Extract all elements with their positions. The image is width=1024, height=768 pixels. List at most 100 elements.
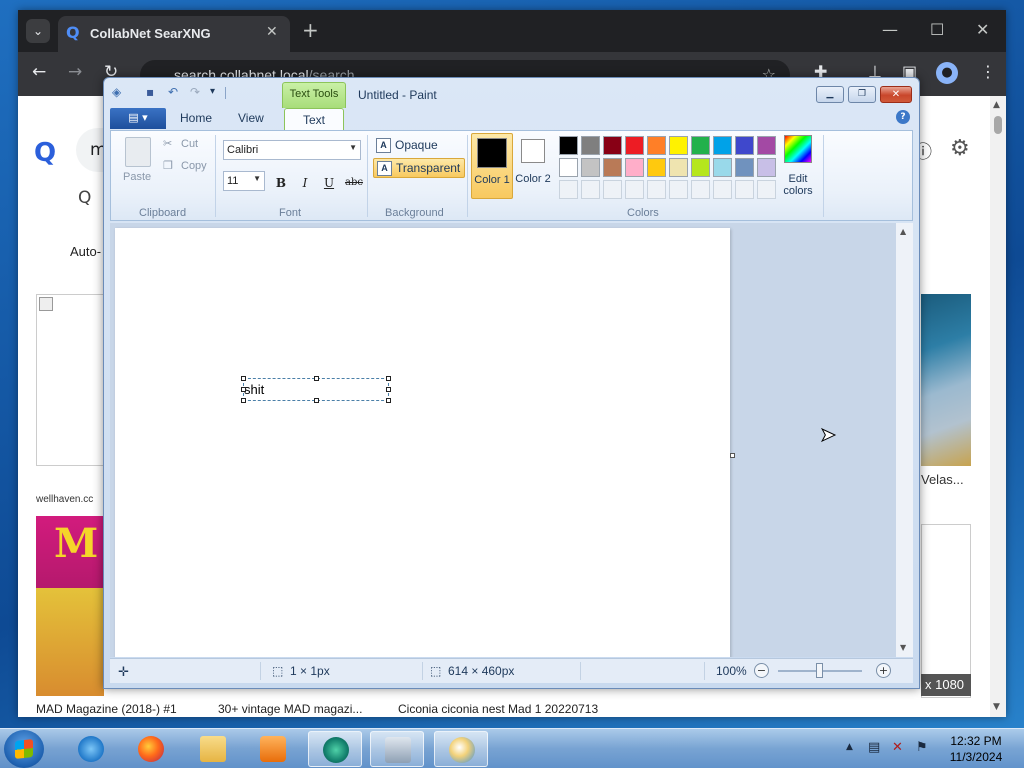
palette-swatch[interactable]: [603, 136, 622, 155]
redo-icon[interactable]: ↷: [190, 86, 200, 98]
taskbar-calculator[interactable]: [370, 731, 424, 767]
tab-search-button[interactable]: ⌄: [26, 19, 50, 43]
taskbar-media-player[interactable]: [246, 731, 300, 767]
palette-swatch[interactable]: [625, 136, 644, 155]
palette-swatch[interactable]: [669, 158, 688, 177]
image-caption-2[interactable]: 30+ vintage MAD magazi...: [218, 702, 362, 716]
palette-swatch[interactable]: [757, 136, 776, 155]
image-caption-3[interactable]: Ciconia ciconia nest Mad 1 20220713: [398, 702, 598, 716]
paint-minimize-button[interactable]: ▁: [816, 86, 844, 103]
palette-custom-slot[interactable]: [603, 180, 622, 199]
paint-app-icon[interactable]: ◈: [112, 86, 121, 98]
mad-magazine-thumbnail[interactable]: M: [36, 516, 104, 696]
palette-swatch[interactable]: [603, 158, 622, 177]
zoom-in-button[interactable]: +: [876, 663, 891, 678]
palette-custom-slot[interactable]: [669, 180, 688, 199]
taskbar-chrome[interactable]: [308, 731, 362, 767]
canvas-resize-handle[interactable]: [730, 453, 735, 458]
palette-custom-slot[interactable]: [559, 180, 578, 199]
cut-button[interactable]: Cut: [181, 138, 198, 150]
save-icon[interactable]: ▪: [146, 86, 154, 98]
back-icon[interactable]: ←: [32, 64, 46, 81]
palette-custom-slot[interactable]: [625, 180, 644, 199]
color2-button[interactable]: Color 2: [513, 133, 555, 199]
palette-custom-slot[interactable]: [647, 180, 666, 199]
search-logo-icon[interactable]: Q: [34, 138, 56, 168]
palette-swatch[interactable]: [691, 158, 710, 177]
browser-tab-active[interactable]: Q CollabNet SearXNG ✕: [58, 16, 290, 52]
text-box-handle[interactable]: [314, 398, 319, 403]
show-hidden-icons-icon[interactable]: ▲: [846, 741, 853, 754]
text-box-handle[interactable]: [241, 376, 246, 381]
text-box-handle[interactable]: [386, 387, 391, 392]
copy-icon[interactable]: ❐: [163, 159, 173, 172]
canvas-vertical-scrollbar[interactable]: ▲ ▼: [896, 223, 913, 657]
help-icon[interactable]: ?: [896, 110, 910, 124]
palette-custom-slot[interactable]: [713, 180, 732, 199]
forward-icon[interactable]: →: [68, 64, 82, 81]
scroll-up-icon[interactable]: ▲: [900, 227, 906, 236]
paint-restore-button[interactable]: ❐: [848, 86, 876, 103]
underline-button[interactable]: U: [319, 173, 339, 193]
zoom-slider-thumb[interactable]: [816, 663, 823, 678]
palette-swatch[interactable]: [735, 136, 754, 155]
palette-swatch[interactable]: [735, 158, 754, 177]
search-icon[interactable]: Q: [78, 188, 91, 208]
palette-swatch[interactable]: [625, 158, 644, 177]
palette-custom-slot[interactable]: [757, 180, 776, 199]
start-button[interactable]: [4, 730, 44, 768]
palette-swatch[interactable]: [559, 158, 578, 177]
text-box-handle[interactable]: [386, 398, 391, 403]
page-scrollbar[interactable]: ▲ ▼: [990, 96, 1006, 717]
new-tab-button[interactable]: +: [302, 20, 319, 40]
gear-icon[interactable]: ⚙: [950, 136, 970, 161]
minimize-icon[interactable]: —: [882, 20, 898, 39]
palette-swatch[interactable]: [581, 158, 600, 177]
color1-button[interactable]: Color 1: [471, 133, 513, 199]
paste-button[interactable]: Paste: [123, 171, 151, 183]
edit-colors-icon[interactable]: [784, 135, 812, 163]
scissors-icon[interactable]: ✂: [163, 137, 172, 150]
palette-swatch[interactable]: [581, 136, 600, 155]
architecture-thumbnail[interactable]: [921, 294, 971, 466]
copy-button[interactable]: Copy: [181, 160, 207, 172]
browser-menu-icon[interactable]: ⋮: [980, 64, 996, 80]
paint-close-button[interactable]: ✕: [880, 86, 912, 103]
volume-muted-icon[interactable]: ✕: [892, 741, 903, 754]
text-box-handle[interactable]: [241, 398, 246, 403]
palette-swatch[interactable]: [669, 136, 688, 155]
text-box-handle[interactable]: [241, 387, 246, 392]
palette-swatch[interactable]: [757, 158, 776, 177]
image-result-tile[interactable]: [921, 524, 971, 698]
canvas-text[interactable]: shit: [244, 382, 264, 397]
scrollbar-thumb[interactable]: [994, 116, 1002, 134]
clock-date[interactable]: 11/3/2024: [944, 750, 1008, 764]
safe-search-label[interactable]: Auto-: [70, 244, 101, 259]
clock-time[interactable]: 12:32 PM: [948, 734, 1004, 748]
tab-close-button[interactable]: ✕: [266, 24, 278, 40]
tab-text[interactable]: Text: [284, 108, 344, 131]
taskbar-paint[interactable]: [434, 731, 488, 767]
taskbar-firefox[interactable]: [124, 731, 178, 767]
text-box-handle[interactable]: [314, 376, 319, 381]
drawing-canvas[interactable]: shit: [115, 228, 730, 657]
taskbar-internet-explorer[interactable]: [64, 731, 118, 767]
palette-swatch[interactable]: [713, 158, 732, 177]
scroll-up-icon[interactable]: ▲: [993, 100, 1000, 110]
palette-swatch[interactable]: [559, 136, 578, 155]
bold-button[interactable]: B: [271, 173, 291, 193]
undo-icon[interactable]: ↶: [168, 86, 178, 98]
action-center-flag-icon[interactable]: ⚑: [916, 741, 928, 754]
network-icon[interactable]: ▤: [868, 741, 880, 754]
opaque-button[interactable]: A Opaque: [373, 136, 442, 156]
scroll-down-icon[interactable]: ▼: [900, 643, 906, 652]
tab-view[interactable]: View: [238, 111, 264, 125]
taskbar-file-explorer[interactable]: [186, 731, 240, 767]
zoom-out-button[interactable]: −: [754, 663, 769, 678]
palette-swatch[interactable]: [713, 136, 732, 155]
maximize-icon[interactable]: ☐: [930, 20, 944, 39]
palette-custom-slot[interactable]: [691, 180, 710, 199]
file-menu-button[interactable]: ▤ ▾: [110, 108, 166, 129]
scroll-down-icon[interactable]: ▼: [993, 702, 1000, 712]
palette-custom-slot[interactable]: [581, 180, 600, 199]
